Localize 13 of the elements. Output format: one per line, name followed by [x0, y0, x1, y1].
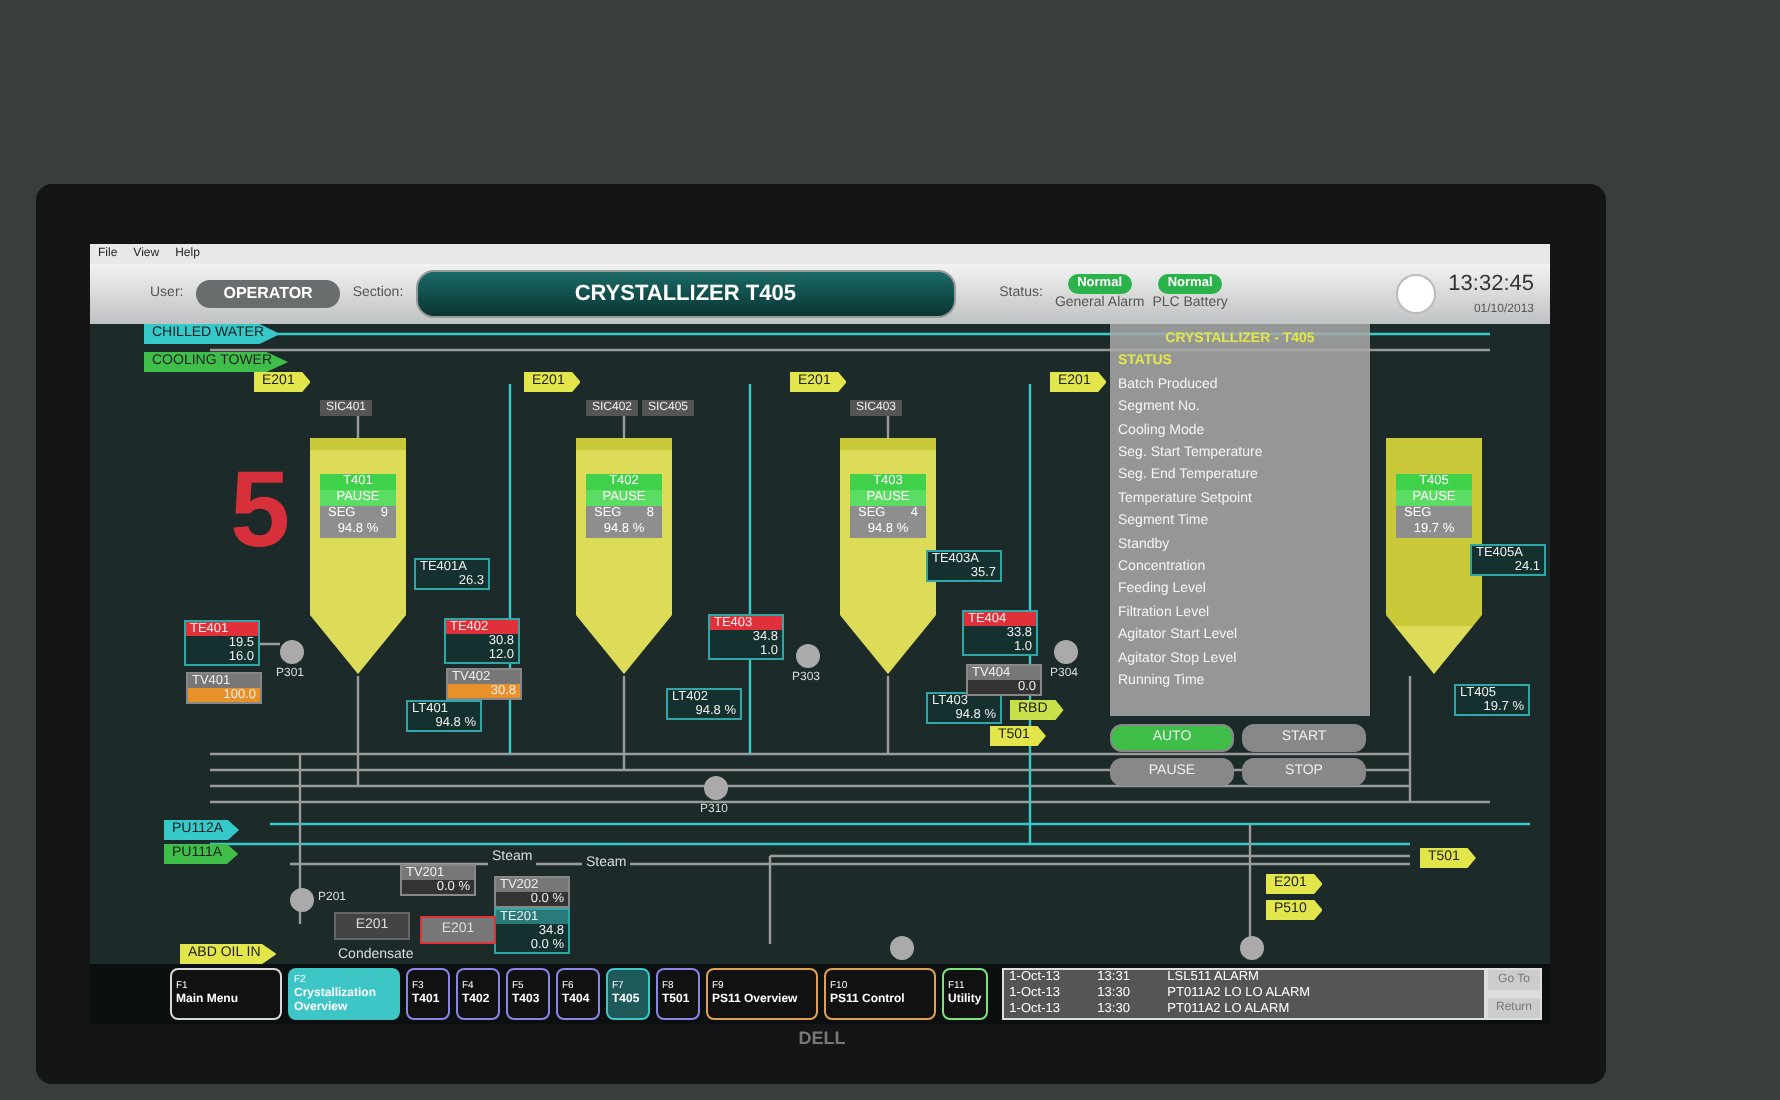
pump-icon — [1240, 936, 1264, 960]
brand-logo: DELL — [796, 1026, 848, 1052]
section-title: CRYSTALLIZER T405 — [415, 269, 956, 319]
user-name: OPERATOR — [195, 280, 341, 308]
large-number: 5 — [230, 456, 291, 564]
pump-icon — [290, 888, 314, 912]
pump-icon — [796, 644, 820, 668]
pump-icon — [704, 776, 728, 800]
pump-icon — [280, 640, 304, 664]
clock-icon — [1396, 274, 1437, 314]
time-text: 13:32:45 — [1448, 270, 1534, 301]
pump-icon — [890, 936, 914, 960]
pump-icon — [1054, 640, 1078, 664]
